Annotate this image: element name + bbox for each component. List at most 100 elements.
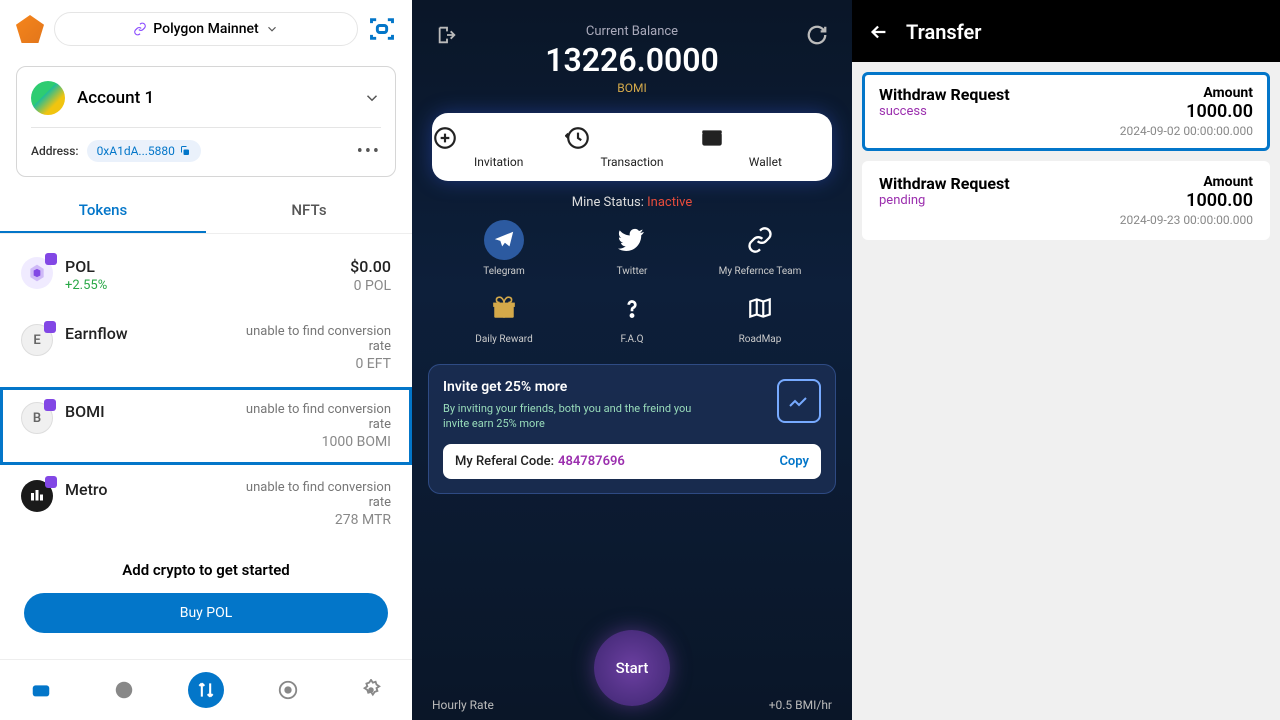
avatar	[31, 81, 65, 115]
address-value: 0xA1dA...5880	[97, 144, 175, 158]
exit-icon[interactable]	[436, 24, 458, 46]
chevron-down-icon	[265, 22, 279, 36]
account-name: Account 1	[77, 88, 351, 108]
tab-nfts[interactable]: NFTs	[206, 189, 412, 233]
nav-swap[interactable]	[188, 672, 224, 708]
account-row[interactable]: Account 1	[31, 81, 381, 115]
question-icon	[612, 288, 652, 328]
transfer-panel: Transfer Withdraw Request success Amount…	[852, 0, 1280, 720]
bomi-app-panel: Current Balance 13226.0000 BOMI Invitati…	[412, 0, 852, 720]
token-row[interactable]: POL +2.55% $0.00 0 POL	[0, 242, 412, 309]
token-amount: 0 POL	[350, 278, 391, 294]
status-badge: pending	[879, 193, 1010, 208]
start-button[interactable]: Start	[594, 630, 670, 706]
header: Polygon Mainnet	[0, 0, 412, 58]
nav-wallet[interactable]	[23, 672, 59, 708]
add-crypto-heading: Add crypto to get started	[0, 551, 412, 589]
token-row[interactable]: B BOMI unable to find conversion rate 10…	[0, 387, 412, 465]
invite-card: Invite get 25% more By inviting your fri…	[428, 364, 836, 494]
address-chip[interactable]: 0xA1dA...5880	[87, 140, 201, 162]
nav-activity[interactable]	[106, 672, 142, 708]
token-name: Earnflow	[65, 324, 229, 343]
link-icon	[740, 220, 780, 260]
bottom-nav	[0, 659, 412, 720]
chain-link-icon	[133, 22, 147, 36]
date-value: 2024-09-02 00:00:00.000	[1120, 124, 1253, 138]
token-change: +2.55%	[65, 278, 338, 293]
chain-badge-icon	[45, 476, 57, 488]
transfer-card[interactable]: Withdraw Request pending Amount 1000.00 …	[862, 161, 1270, 240]
date-value: 2024-09-23 00:00:00.000	[1120, 213, 1253, 227]
referral-code: 484787696	[558, 454, 625, 469]
nav-browser[interactable]	[270, 672, 306, 708]
token-name: Metro	[65, 480, 229, 499]
token-name: POL	[65, 257, 338, 276]
rate-value: +0.5 BMI/hr	[769, 698, 832, 712]
wallet-icon	[699, 125, 832, 151]
action-wallet[interactable]: Wallet	[699, 125, 832, 169]
network-name: Polygon Mainnet	[153, 21, 258, 37]
conversion-error: unable to find conversion rate	[241, 402, 391, 432]
token-amount: 1000 BOMI	[241, 434, 391, 450]
metamask-fox-icon	[16, 15, 44, 43]
account-card: Account 1 Address: 0xA1dA...5880 •••	[16, 66, 396, 177]
card-title: Withdraw Request	[879, 85, 1010, 104]
conversion-error: unable to find conversion rate	[241, 324, 391, 354]
invite-desc: By inviting your friends, both you and t…	[443, 401, 703, 432]
transfer-card[interactable]: Withdraw Request success Amount 1000.00 …	[862, 72, 1270, 151]
token-fiat: $0.00	[350, 257, 391, 276]
shortcut-daily-reward[interactable]: Daily Reward	[442, 288, 566, 346]
token-row[interactable]: E Earnflow unable to find conversion rat…	[0, 309, 412, 387]
chain-badge-icon	[45, 253, 57, 265]
shortcut-reference-team[interactable]: My Refernce Team	[698, 220, 822, 278]
address-label: Address:	[31, 144, 79, 158]
token-name: BOMI	[65, 402, 229, 421]
telegram-icon	[484, 220, 524, 260]
action-transaction[interactable]: Transaction	[565, 125, 698, 169]
chevron-down-icon	[363, 89, 381, 107]
metamask-panel: Polygon Mainnet Account 1 Address: 0xA1d…	[0, 0, 412, 720]
chart-icon	[777, 379, 821, 423]
history-icon	[565, 125, 698, 151]
balance-amount: 13226.0000	[545, 41, 719, 79]
token-row[interactable]: Metro unable to find conversion rate 278…	[0, 465, 412, 543]
mine-label: Mine Status:	[572, 195, 647, 210]
page-title: Transfer	[906, 20, 982, 44]
amount-label: Amount	[1120, 174, 1253, 190]
divider	[31, 127, 381, 128]
tab-tokens[interactable]: Tokens	[0, 189, 206, 233]
shortcut-twitter[interactable]: Twitter	[570, 220, 694, 278]
bomi-icon: B	[21, 402, 53, 434]
mine-status-row: Mine Status: Inactive	[412, 195, 852, 210]
refresh-icon[interactable]	[806, 24, 828, 46]
nav-settings[interactable]	[353, 672, 389, 708]
chain-badge-icon	[44, 321, 56, 333]
chain-badge-icon	[44, 399, 56, 411]
copy-icon	[179, 145, 191, 157]
shortcut-roadmap[interactable]: RoadMap	[698, 288, 822, 346]
token-amount: 0 EFT	[241, 356, 391, 372]
earnflow-icon: E	[21, 324, 53, 356]
buy-button[interactable]: Buy POL	[24, 593, 388, 633]
shortcut-telegram[interactable]: Telegram	[442, 220, 566, 278]
action-invitation[interactable]: Invitation	[432, 125, 565, 169]
metro-icon	[21, 480, 53, 512]
copy-button[interactable]: Copy	[779, 454, 809, 469]
amount-value: 1000.00	[1120, 101, 1253, 122]
amount-value: 1000.00	[1120, 190, 1253, 211]
balance-label: Current Balance	[545, 24, 719, 39]
conversion-error: unable to find conversion rate	[241, 480, 391, 510]
back-arrow-icon[interactable]	[868, 21, 890, 43]
header: Current Balance 13226.0000 BOMI	[412, 0, 852, 99]
tabs: Tokens NFTs	[0, 189, 412, 234]
address-row: Address: 0xA1dA...5880 •••	[31, 140, 381, 162]
referral-row: My Referal Code: 484787696 Copy	[443, 444, 821, 479]
shortcut-faq[interactable]: F.A.Q	[570, 288, 694, 346]
more-menu[interactable]: •••	[357, 141, 381, 162]
shortcuts-grid: Telegram Twitter My Refernce Team Daily …	[412, 220, 852, 346]
scan-qr-icon[interactable]	[368, 15, 396, 43]
token-list: POL +2.55% $0.00 0 POL E Earnflow unable…	[0, 234, 412, 551]
balance-block: Current Balance 13226.0000 BOMI	[545, 24, 719, 95]
network-selector[interactable]: Polygon Mainnet	[54, 12, 358, 46]
header: Transfer	[852, 0, 1280, 62]
